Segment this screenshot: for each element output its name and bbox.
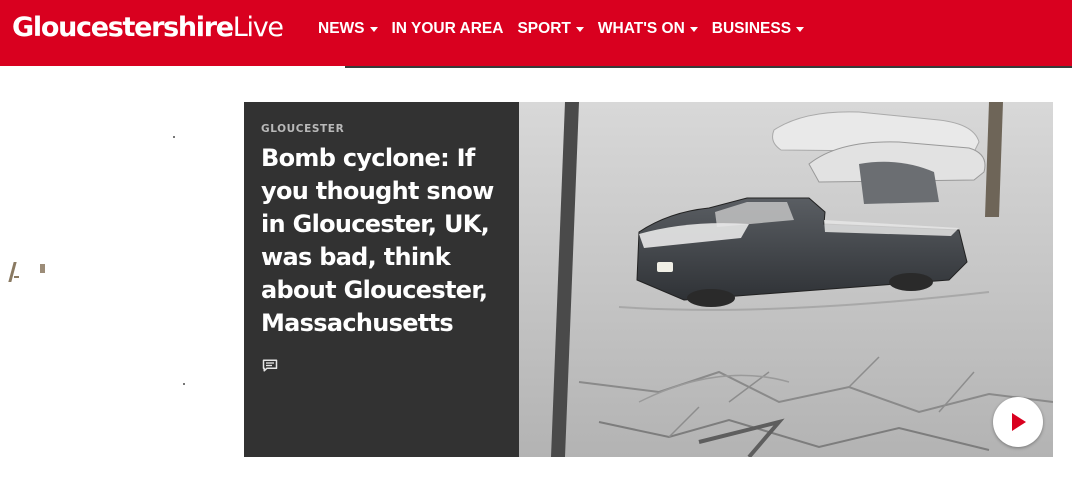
comment-icon[interactable]: [262, 359, 278, 372]
ad-remnant: [40, 264, 45, 273]
article-teaser[interactable]: GLOUCESTER Bomb cyclone: If you thought …: [244, 102, 1053, 457]
nav-item-label: IN YOUR AREA: [391, 20, 504, 37]
chevron-down-icon: [689, 26, 698, 32]
nav-item-whats-on[interactable]: WHAT'S ON: [591, 0, 705, 58]
chevron-down-icon: [369, 26, 378, 32]
logo-name-light: Live: [232, 12, 284, 43]
chevron-down-icon: [796, 26, 805, 32]
ad-remnant: [183, 383, 185, 385]
header-divider: [345, 66, 1072, 68]
nav-item-sport[interactable]: SPORT: [510, 0, 590, 58]
main-nav: NEWS IN YOUR AREA SPORT WHAT'S ON BUSINE…: [311, 0, 811, 58]
teaser-video-thumbnail[interactable]: [519, 102, 1053, 457]
play-icon: [1012, 413, 1026, 431]
teaser-text-panel: GLOUCESTER Bomb cyclone: If you thought …: [244, 102, 519, 457]
nav-item-news[interactable]: NEWS: [311, 0, 385, 58]
nav-item-label: SPORT: [517, 20, 571, 37]
nav-item-label: NEWS: [318, 20, 365, 37]
play-button[interactable]: [993, 397, 1043, 447]
logo-name-bold: Gloucestershire: [12, 12, 234, 43]
chevron-down-icon: [575, 26, 584, 32]
nav-item-label: WHAT'S ON: [597, 20, 685, 37]
flooded-street-image: [519, 102, 1053, 457]
ad-remnant: [8, 262, 17, 282]
ad-remnant: [173, 136, 175, 138]
teaser-kicker[interactable]: GLOUCESTER: [261, 123, 344, 135]
site-logo[interactable]: GloucestershireLive: [12, 12, 284, 44]
teaser-headline[interactable]: Bomb cyclone: If you thought snow in Glo…: [261, 142, 513, 340]
ad-remnant: [14, 276, 19, 278]
site-header: GloucestershireLive NEWS IN YOUR AREA SP…: [0, 0, 1072, 66]
nav-item-label: BUSINESS: [711, 20, 792, 37]
nav-item-in-your-area[interactable]: IN YOUR AREA: [385, 0, 511, 58]
nav-item-business[interactable]: BUSINESS: [705, 0, 811, 58]
